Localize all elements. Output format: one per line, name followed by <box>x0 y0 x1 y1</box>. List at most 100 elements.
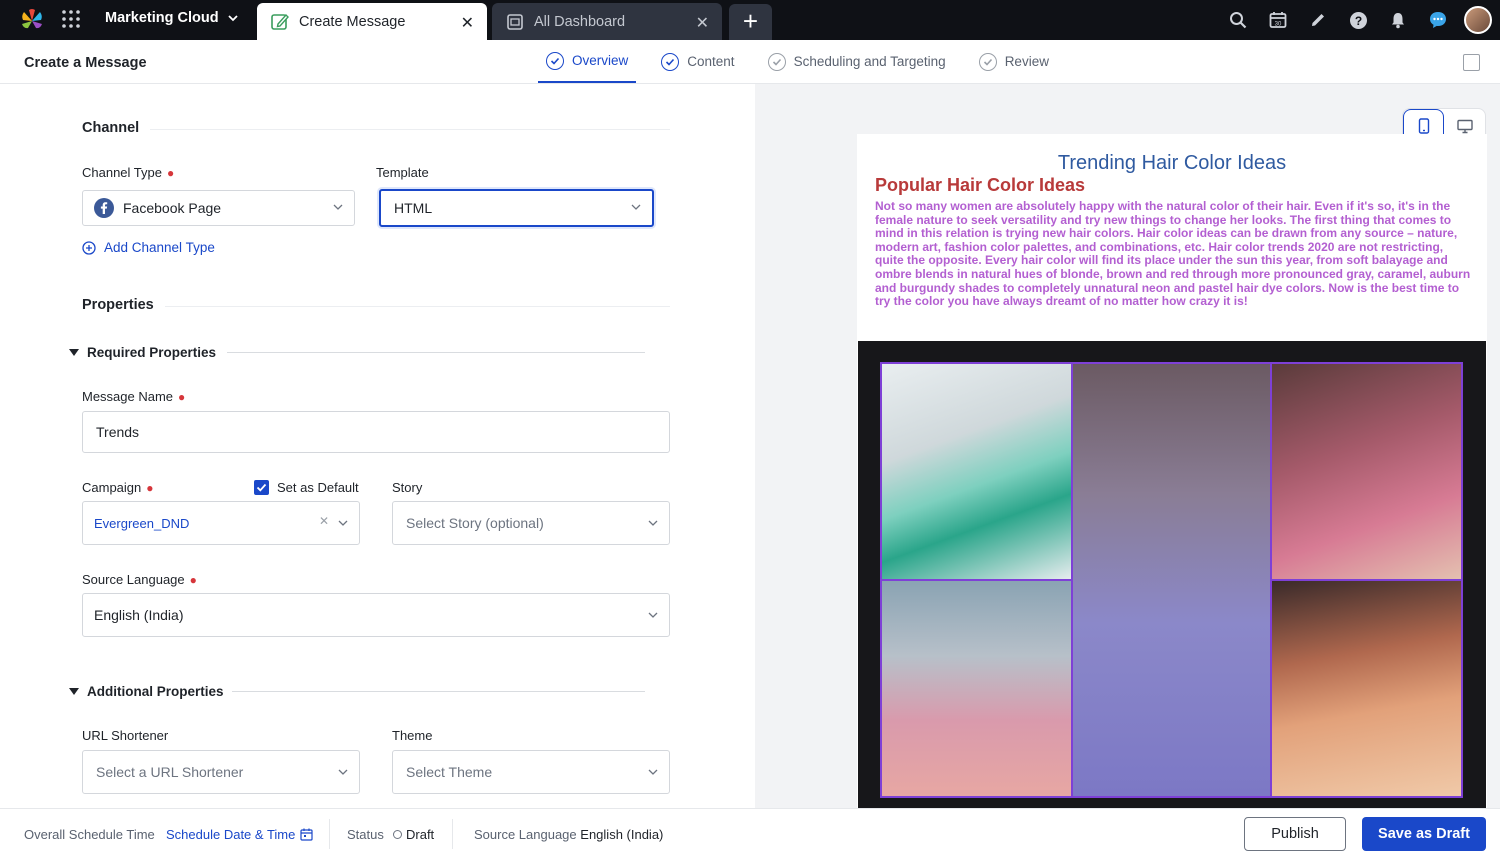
story-label: Story <box>392 480 423 495</box>
edit-message-icon <box>271 13 289 30</box>
step-scheduling[interactable]: Scheduling and Targeting <box>760 40 954 83</box>
hair-photo-lavender-braid <box>1071 362 1272 798</box>
tab-all-dashboard[interactable]: All Dashboard ✕ <box>492 3 722 40</box>
clear-icon[interactable]: ✕ <box>319 514 329 528</box>
check-circle-icon <box>767 52 786 71</box>
message-name-label: Message Name ● <box>82 389 186 404</box>
url-shortener-label: URL Shortener <box>82 728 169 743</box>
properties-section-title: Properties <box>82 297 154 313</box>
user-avatar[interactable] <box>1464 6 1492 34</box>
theme-label: Theme <box>392 728 433 743</box>
message-form: Channel Channel Type ● Facebook Page Temp… <box>0 84 755 808</box>
additional-properties-toggle[interactable]: Additional Properties <box>69 684 224 699</box>
topbar-actions: 30 ? <box>1218 0 1500 40</box>
divider <box>150 129 670 130</box>
svg-text:30: 30 <box>1275 22 1282 28</box>
page-header: Create a Message Overview Content Schedu… <box>0 40 1500 84</box>
plus-circle-icon <box>82 240 96 255</box>
required-marker: ● <box>167 166 175 180</box>
app-launcher-icon[interactable] <box>61 9 81 29</box>
divider <box>452 819 453 849</box>
message-preview: Trending Hair Color Ideas Popular Hair C… <box>857 134 1487 808</box>
check-icon <box>256 483 267 492</box>
step-navigation: Overview Content Scheduling and Targetin… <box>538 40 1074 84</box>
status-label: Status <box>347 827 384 842</box>
notes-panel-icon[interactable] <box>1463 54 1480 71</box>
close-icon[interactable]: ✕ <box>696 13 709 33</box>
template-label: Template <box>376 165 429 180</box>
facebook-icon <box>94 198 114 218</box>
calendar-icon <box>300 828 313 841</box>
tab-create-message[interactable]: Create Message ✕ <box>257 3 487 40</box>
set-default-checkbox[interactable] <box>254 480 269 495</box>
caret-down-icon <box>69 349 79 356</box>
divider <box>329 819 330 849</box>
divider <box>227 352 645 353</box>
check-circle-icon <box>661 52 680 71</box>
schedule-label: Overall Schedule Time <box>24 827 155 842</box>
dashboard-icon <box>507 14 523 30</box>
new-tab-button[interactable]: + <box>729 4 772 40</box>
footer-bar: Overall Schedule Time Schedule Date & Ti… <box>0 808 1500 856</box>
pencil-icon[interactable] <box>1298 0 1338 40</box>
chevron-down-icon <box>338 769 348 775</box>
channel-type-label: Channel Type ● <box>82 165 175 180</box>
required-properties-toggle[interactable]: Required Properties <box>69 345 216 360</box>
app-switcher[interactable]: Marketing Cloud <box>105 10 239 26</box>
sprinklr-logo-icon[interactable] <box>18 6 46 34</box>
tab-label: All Dashboard <box>534 14 626 30</box>
divider <box>165 306 670 307</box>
search-icon[interactable] <box>1218 0 1258 40</box>
step-content[interactable]: Content <box>653 40 742 83</box>
save-as-draft-button[interactable]: Save as Draft <box>1362 817 1486 851</box>
preview-body: Not so many women are absolutely happy w… <box>875 199 1471 309</box>
url-shortener-select[interactable]: Select a URL Shortener <box>82 750 360 794</box>
desktop-icon <box>1456 119 1473 133</box>
footer-source-language: Source Language English (India) <box>474 827 664 842</box>
step-label: Review <box>1004 54 1049 69</box>
divider <box>232 691 645 692</box>
schedule-date-link[interactable]: Schedule Date & Time <box>166 827 313 842</box>
app-name: Marketing Cloud <box>105 10 219 26</box>
check-circle-icon <box>978 52 997 71</box>
chevron-down-icon <box>648 612 658 618</box>
step-label: Scheduling and Targeting <box>793 54 946 69</box>
bell-icon[interactable] <box>1378 0 1418 40</box>
hair-photo-rose-curls <box>1270 362 1463 581</box>
step-overview[interactable]: Overview <box>538 40 637 83</box>
required-marker: ● <box>178 390 186 404</box>
campaign-label: Campaign ● <box>82 480 154 495</box>
preview-heading: Popular Hair Color Ideas <box>875 175 1086 195</box>
page-title: Create a Message <box>24 55 147 71</box>
message-name-input[interactable]: Trends <box>82 411 670 453</box>
required-marker: ● <box>189 573 197 587</box>
channel-type-select[interactable]: Facebook Page <box>82 190 355 226</box>
caret-down-icon <box>69 688 79 695</box>
source-language-select[interactable]: English (India) <box>82 593 670 637</box>
campaign-select[interactable]: Evergreen_DND ✕ <box>82 501 360 545</box>
step-label: Content <box>687 54 735 69</box>
theme-select[interactable]: Select Theme <box>392 750 670 794</box>
chevron-down-icon <box>648 769 658 775</box>
preview-image-collage <box>858 341 1486 808</box>
publish-button[interactable]: Publish <box>1244 817 1346 851</box>
help-icon[interactable]: ? <box>1338 0 1378 40</box>
chevron-down-icon <box>333 204 343 210</box>
hair-photo-pastel-waves <box>880 579 1073 798</box>
story-select[interactable]: Select Story (optional) <box>392 501 670 545</box>
channel-type-value: Facebook Page <box>123 200 222 216</box>
channel-section-title: Channel <box>82 120 140 136</box>
tab-label: Create Message <box>299 14 406 30</box>
chevron-down-icon <box>227 15 238 22</box>
calendar-icon[interactable]: 30 <box>1258 0 1298 40</box>
status-value: Draft <box>393 827 434 842</box>
step-review[interactable]: Review <box>971 40 1057 83</box>
status-dot-icon <box>393 830 402 839</box>
preview-panel: Trending Hair Color Ideas Popular Hair C… <box>755 84 1500 808</box>
template-select[interactable]: HTML <box>379 189 654 227</box>
close-icon[interactable]: ✕ <box>461 13 474 33</box>
chat-icon[interactable] <box>1418 0 1458 40</box>
mobile-icon <box>1418 118 1429 134</box>
add-channel-type-link[interactable]: Add Channel Type <box>82 240 215 255</box>
chevron-down-icon <box>631 204 641 210</box>
